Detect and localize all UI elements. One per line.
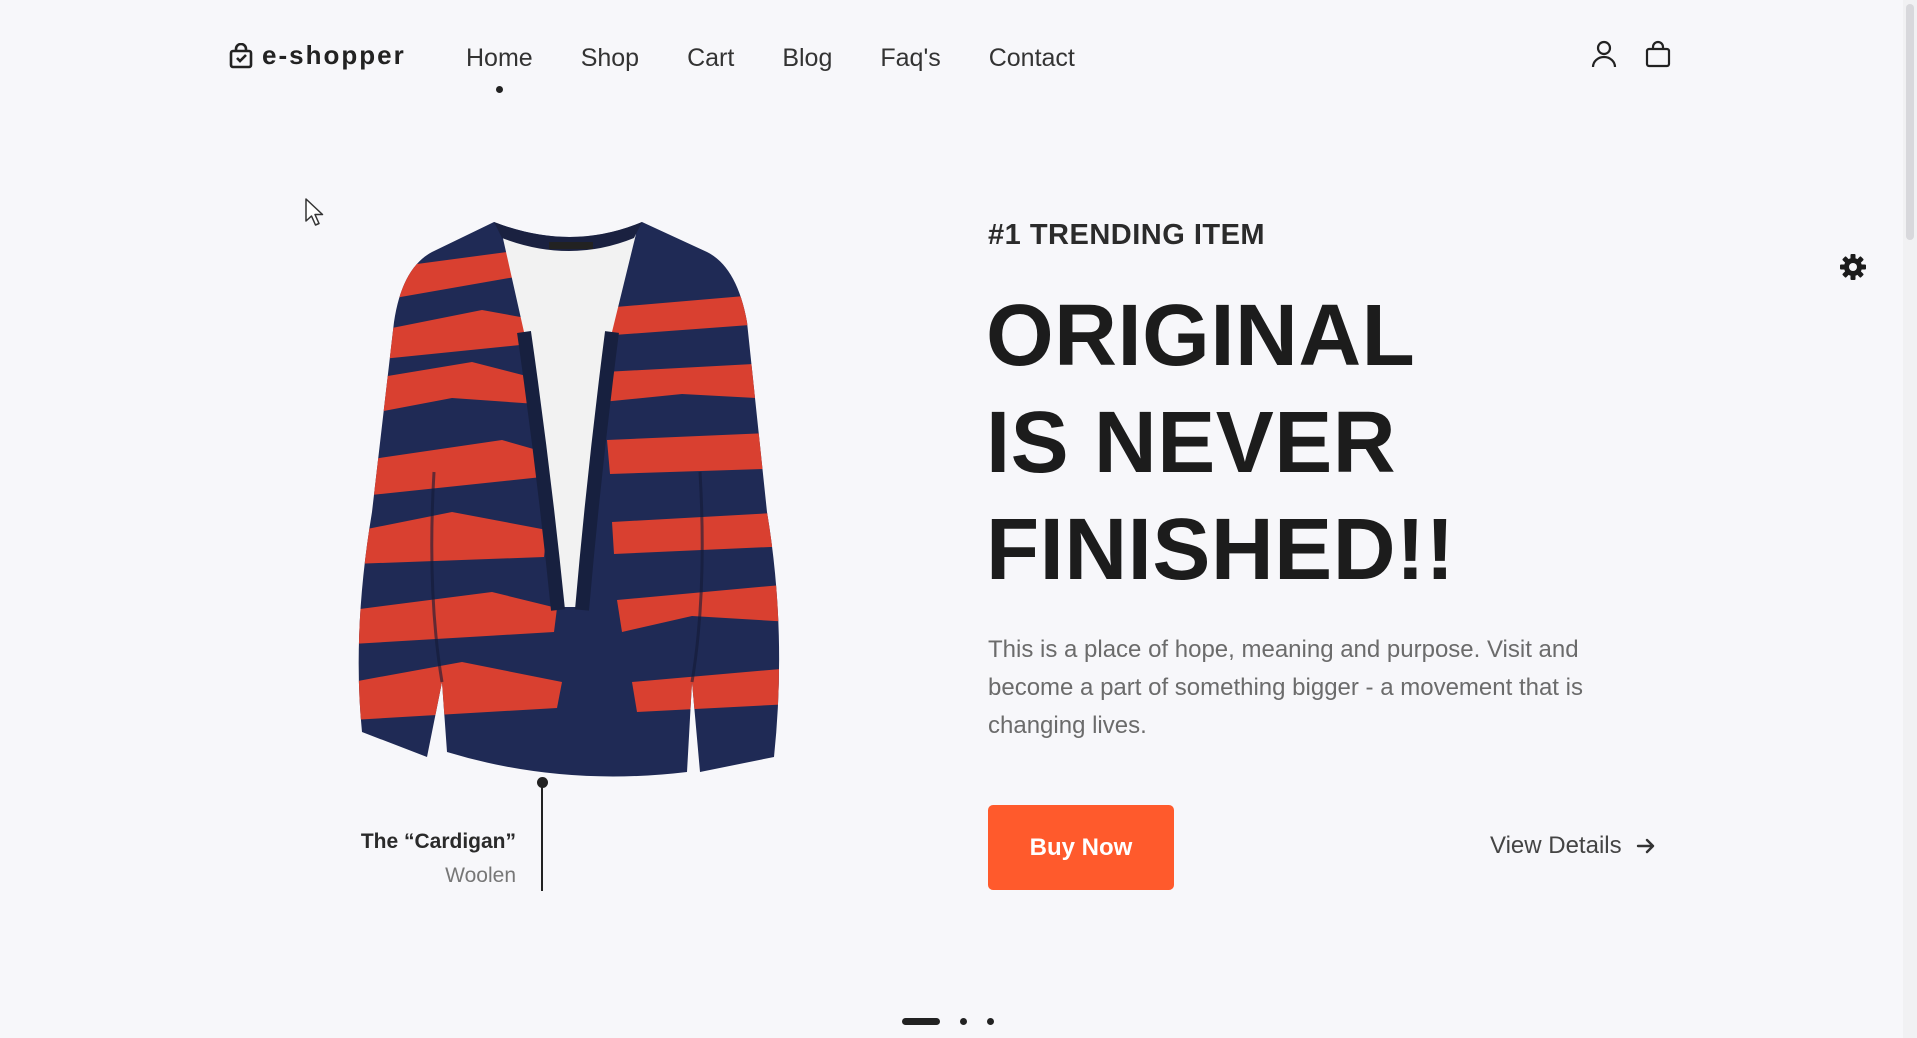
headline-line-2: IS NEVER xyxy=(986,394,1397,491)
mouse-cursor-icon xyxy=(304,197,326,232)
cart-bag-icon[interactable] xyxy=(1645,40,1671,68)
header-actions xyxy=(1591,40,1671,68)
nav-item-faqs[interactable]: Faq's xyxy=(880,40,940,76)
nav-item-contact[interactable]: Contact xyxy=(989,40,1075,76)
carousel-dot-3[interactable] xyxy=(987,1018,994,1025)
arrow-right-icon xyxy=(1636,838,1656,854)
nav-item-cart[interactable]: Cart xyxy=(687,40,734,76)
headline-line-3: FINISHED!! xyxy=(986,501,1455,598)
page: e-shopper Home Shop Cart Blog Faq's Cont… xyxy=(0,0,1917,1038)
hero-eyebrow: #1 TRENDING ITEM xyxy=(988,219,1266,251)
vertical-scrollbar[interactable] xyxy=(1903,0,1917,1038)
user-icon[interactable] xyxy=(1591,40,1617,68)
view-details-label: View Details xyxy=(1490,832,1622,859)
headline-line-1: ORIGINAL xyxy=(986,287,1416,384)
carousel-dot-2[interactable] xyxy=(960,1018,967,1025)
nav-item-shop[interactable]: Shop xyxy=(581,40,639,76)
hero-headline: ORIGINAL IS NEVER FINISHED!! xyxy=(986,282,1455,603)
product-image xyxy=(332,212,782,792)
brand-logo[interactable]: e-shopper xyxy=(228,40,406,71)
product-material: Woolen xyxy=(445,864,516,887)
nav-item-home[interactable]: Home xyxy=(466,40,533,93)
view-details-link[interactable]: View Details xyxy=(1490,832,1656,860)
carousel-dot-1[interactable] xyxy=(902,1018,940,1025)
buy-now-button[interactable]: Buy Now xyxy=(988,805,1174,890)
hero-description: This is a place of hope, meaning and pur… xyxy=(988,636,1583,739)
carousel-dots xyxy=(902,1018,994,1025)
callout-dot xyxy=(537,777,548,788)
brand-name: e-shopper xyxy=(262,40,406,70)
scrollbar-thumb[interactable] xyxy=(1906,4,1914,240)
main-nav: Home Shop Cart Blog Faq's Contact xyxy=(466,40,1123,93)
nav-item-blog[interactable]: Blog xyxy=(782,40,832,76)
shopping-bag-icon xyxy=(228,42,254,69)
gear-icon[interactable] xyxy=(1839,253,1867,286)
product-name: The “Cardigan” xyxy=(360,830,516,853)
callout-line xyxy=(541,779,543,891)
